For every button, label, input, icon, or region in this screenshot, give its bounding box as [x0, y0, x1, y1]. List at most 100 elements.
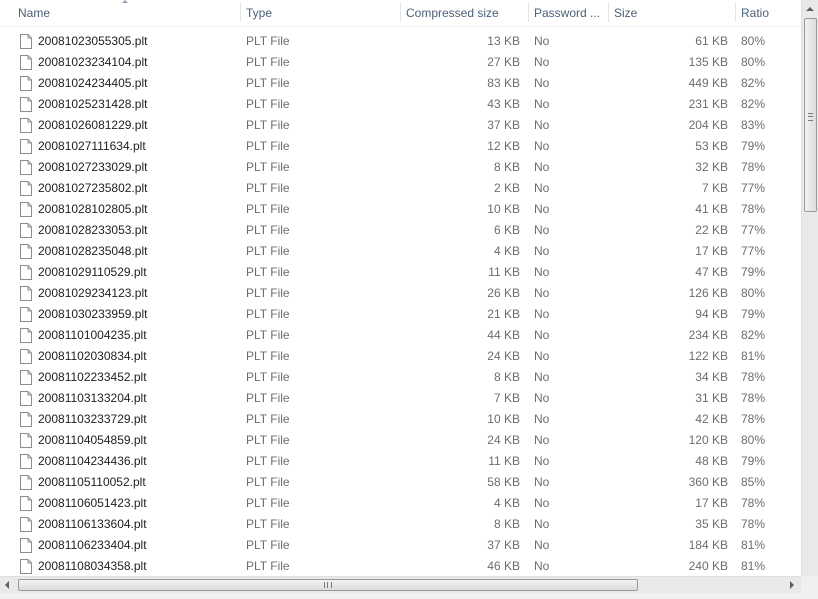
list-item[interactable]: 20081104234436.plt PLT File 11 KB No 48 KB 79… — [0, 451, 801, 472]
file-size: 94 KB — [695, 307, 728, 321]
list-item[interactable]: 20081106133604.plt PLT File 8 KB No 35 KB 78% — [0, 514, 801, 535]
file-ratio: 82% — [741, 328, 766, 342]
file-size: 126 KB — [688, 286, 728, 300]
file-icon — [20, 181, 32, 196]
list-item[interactable]: 20081025231428.plt PLT File 43 KB No 231 KB 8… — [0, 94, 801, 115]
file-type: PLT File — [246, 76, 290, 90]
scroll-up-arrow-icon[interactable] — [806, 7, 814, 11]
column-header-compressed-size[interactable]: Compressed size — [400, 0, 528, 26]
list-item[interactable]: 20081027111634.plt PLT File 12 KB No 53 KB 79… — [0, 136, 801, 157]
file-icon — [20, 538, 32, 553]
file-icon — [20, 370, 32, 385]
file-password: No — [534, 412, 550, 426]
file-compressed-size: 27 KB — [487, 55, 520, 69]
file-password: No — [534, 286, 550, 300]
list-item[interactable]: 20081105110052.plt PLT File 58 KB No 360 KB 8… — [0, 472, 801, 493]
list-item[interactable]: 20081028235048.plt PLT File 4 KB No 17 KB 77% — [0, 241, 801, 262]
file-size: 47 KB — [695, 265, 728, 279]
list-item[interactable]: 20081103233729.plt PLT File 10 KB No 42 KB 78… — [0, 409, 801, 430]
list-item[interactable]: 20081108034358.plt PLT File 46 KB No 240 KB 8… — [0, 556, 801, 577]
list-item[interactable]: 20081102233452.plt PLT File 8 KB No 34 KB 78% — [0, 367, 801, 388]
file-ratio: 79% — [741, 139, 766, 153]
file-icon — [20, 349, 32, 364]
list-item[interactable]: 20081027233029.plt PLT File 8 KB No 32 KB 78% — [0, 157, 801, 178]
file-compressed-size: 21 KB — [487, 307, 520, 321]
archive-file-list: Name Type Compressed size Password ... S… — [0, 0, 818, 599]
vertical-scroll-thumb[interactable] — [804, 18, 817, 212]
sort-ascending-icon — [122, 0, 128, 3]
file-icon — [20, 76, 32, 91]
file-name: 20081030233959.plt — [38, 307, 148, 321]
vertical-scrollbar[interactable] — [801, 0, 818, 576]
file-type: PLT File — [246, 139, 290, 153]
scrollbar-corner — [801, 576, 818, 593]
file-name: 20081106051423.plt — [38, 496, 147, 510]
file-name: 20081023055305.plt — [38, 34, 148, 48]
list-item[interactable]: 20081101004235.plt PLT File 44 KB No 234 KB 8… — [0, 325, 801, 346]
file-password: No — [534, 307, 550, 321]
file-size: 17 KB — [695, 244, 728, 258]
file-size: 135 KB — [688, 55, 728, 69]
file-name: 20081024234405.plt — [38, 76, 148, 90]
file-type: PLT File — [246, 202, 290, 216]
list-item[interactable]: 20081029110529.plt PLT File 11 KB No 47 KB 79… — [0, 262, 801, 283]
horizontal-scrollbar[interactable] — [0, 576, 801, 593]
file-password: No — [534, 223, 550, 237]
list-item[interactable]: 20081024234405.plt PLT File 83 KB No 449 KB 8… — [0, 73, 801, 94]
list-item[interactable]: 20081028102805.plt PLT File 10 KB No 41 KB 78… — [0, 199, 801, 220]
list-item[interactable]: 20081028233053.plt PLT File 6 KB No 22 KB 77% — [0, 220, 801, 241]
file-name: 20081027111634.plt — [38, 139, 146, 153]
file-name: 20081102030834.plt — [38, 349, 147, 363]
column-header-ratio[interactable]: Ratio — [735, 0, 801, 26]
column-header-password[interactable]: Password ... — [528, 0, 608, 26]
list-item[interactable]: 20081023055305.plt PLT File 13 KB No 61 KB 80… — [0, 31, 801, 52]
file-password: No — [534, 538, 550, 552]
column-header-type[interactable]: Type — [240, 0, 400, 26]
list-item[interactable]: 20081029234123.plt PLT File 26 KB No 126 KB 8… — [0, 283, 801, 304]
list-item[interactable]: 20081103133204.plt PLT File 7 KB No 31 KB 78% — [0, 388, 801, 409]
column-header-name[interactable]: Name — [12, 0, 240, 26]
list-item[interactable]: 20081026081229.plt PLT File 37 KB No 204 KB 8… — [0, 115, 801, 136]
file-name: 20081105110052.plt — [38, 475, 146, 489]
file-compressed-size: 46 KB — [487, 559, 520, 573]
file-size: 31 KB — [695, 391, 728, 405]
file-size: 53 KB — [695, 139, 728, 153]
file-compressed-size: 83 KB — [487, 76, 520, 90]
file-type: PLT File — [246, 370, 290, 384]
file-password: No — [534, 496, 550, 510]
file-list-body: 20081023055305.plt PLT File 13 KB No 61 KB 80… — [0, 31, 801, 577]
file-icon — [20, 307, 32, 322]
list-item[interactable]: 20081104054859.plt PLT File 24 KB No 120 KB 8… — [0, 430, 801, 451]
list-item[interactable]: 20081102030834.plt PLT File 24 KB No 122 KB 8… — [0, 346, 801, 367]
file-compressed-size: 24 KB — [487, 349, 520, 363]
file-icon — [20, 559, 32, 574]
scroll-left-arrow-icon[interactable] — [5, 581, 9, 589]
file-type: PLT File — [246, 118, 290, 132]
list-item[interactable]: 20081106051423.plt PLT File 4 KB No 17 KB 78% — [0, 493, 801, 514]
file-type: PLT File — [246, 538, 290, 552]
list-item[interactable]: 20081023234104.plt PLT File 27 KB No 135 KB 8… — [0, 52, 801, 73]
file-password: No — [534, 370, 550, 384]
column-header-type-label: Type — [246, 6, 273, 20]
file-password: No — [534, 118, 550, 132]
column-header-size[interactable]: Size — [608, 0, 735, 26]
list-item[interactable]: 20081030233959.plt PLT File 21 KB No 94 KB 79… — [0, 304, 801, 325]
list-item[interactable]: 20081106233404.plt PLT File 37 KB No 184 KB 8… — [0, 535, 801, 556]
file-ratio: 78% — [741, 370, 766, 384]
file-ratio: 83% — [741, 118, 766, 132]
file-name: 20081028102805.plt — [38, 202, 148, 216]
file-icon — [20, 286, 32, 301]
file-size: 42 KB — [695, 412, 728, 426]
file-ratio: 82% — [741, 97, 766, 111]
file-password: No — [534, 76, 550, 90]
file-name: 20081103233729.plt — [38, 412, 147, 426]
file-ratio: 81% — [741, 538, 766, 552]
list-item[interactable]: 20081027235802.plt PLT File 2 KB No 7 KB 77% — [0, 178, 801, 199]
file-name: 20081027235802.plt — [38, 181, 148, 195]
file-ratio: 81% — [741, 349, 766, 363]
horizontal-scroll-thumb[interactable] — [18, 579, 638, 591]
window-bottom-edge — [0, 593, 818, 599]
scroll-right-arrow-icon[interactable] — [790, 581, 794, 589]
file-icon — [20, 244, 32, 259]
file-name: 20081102233452.plt — [38, 370, 147, 384]
